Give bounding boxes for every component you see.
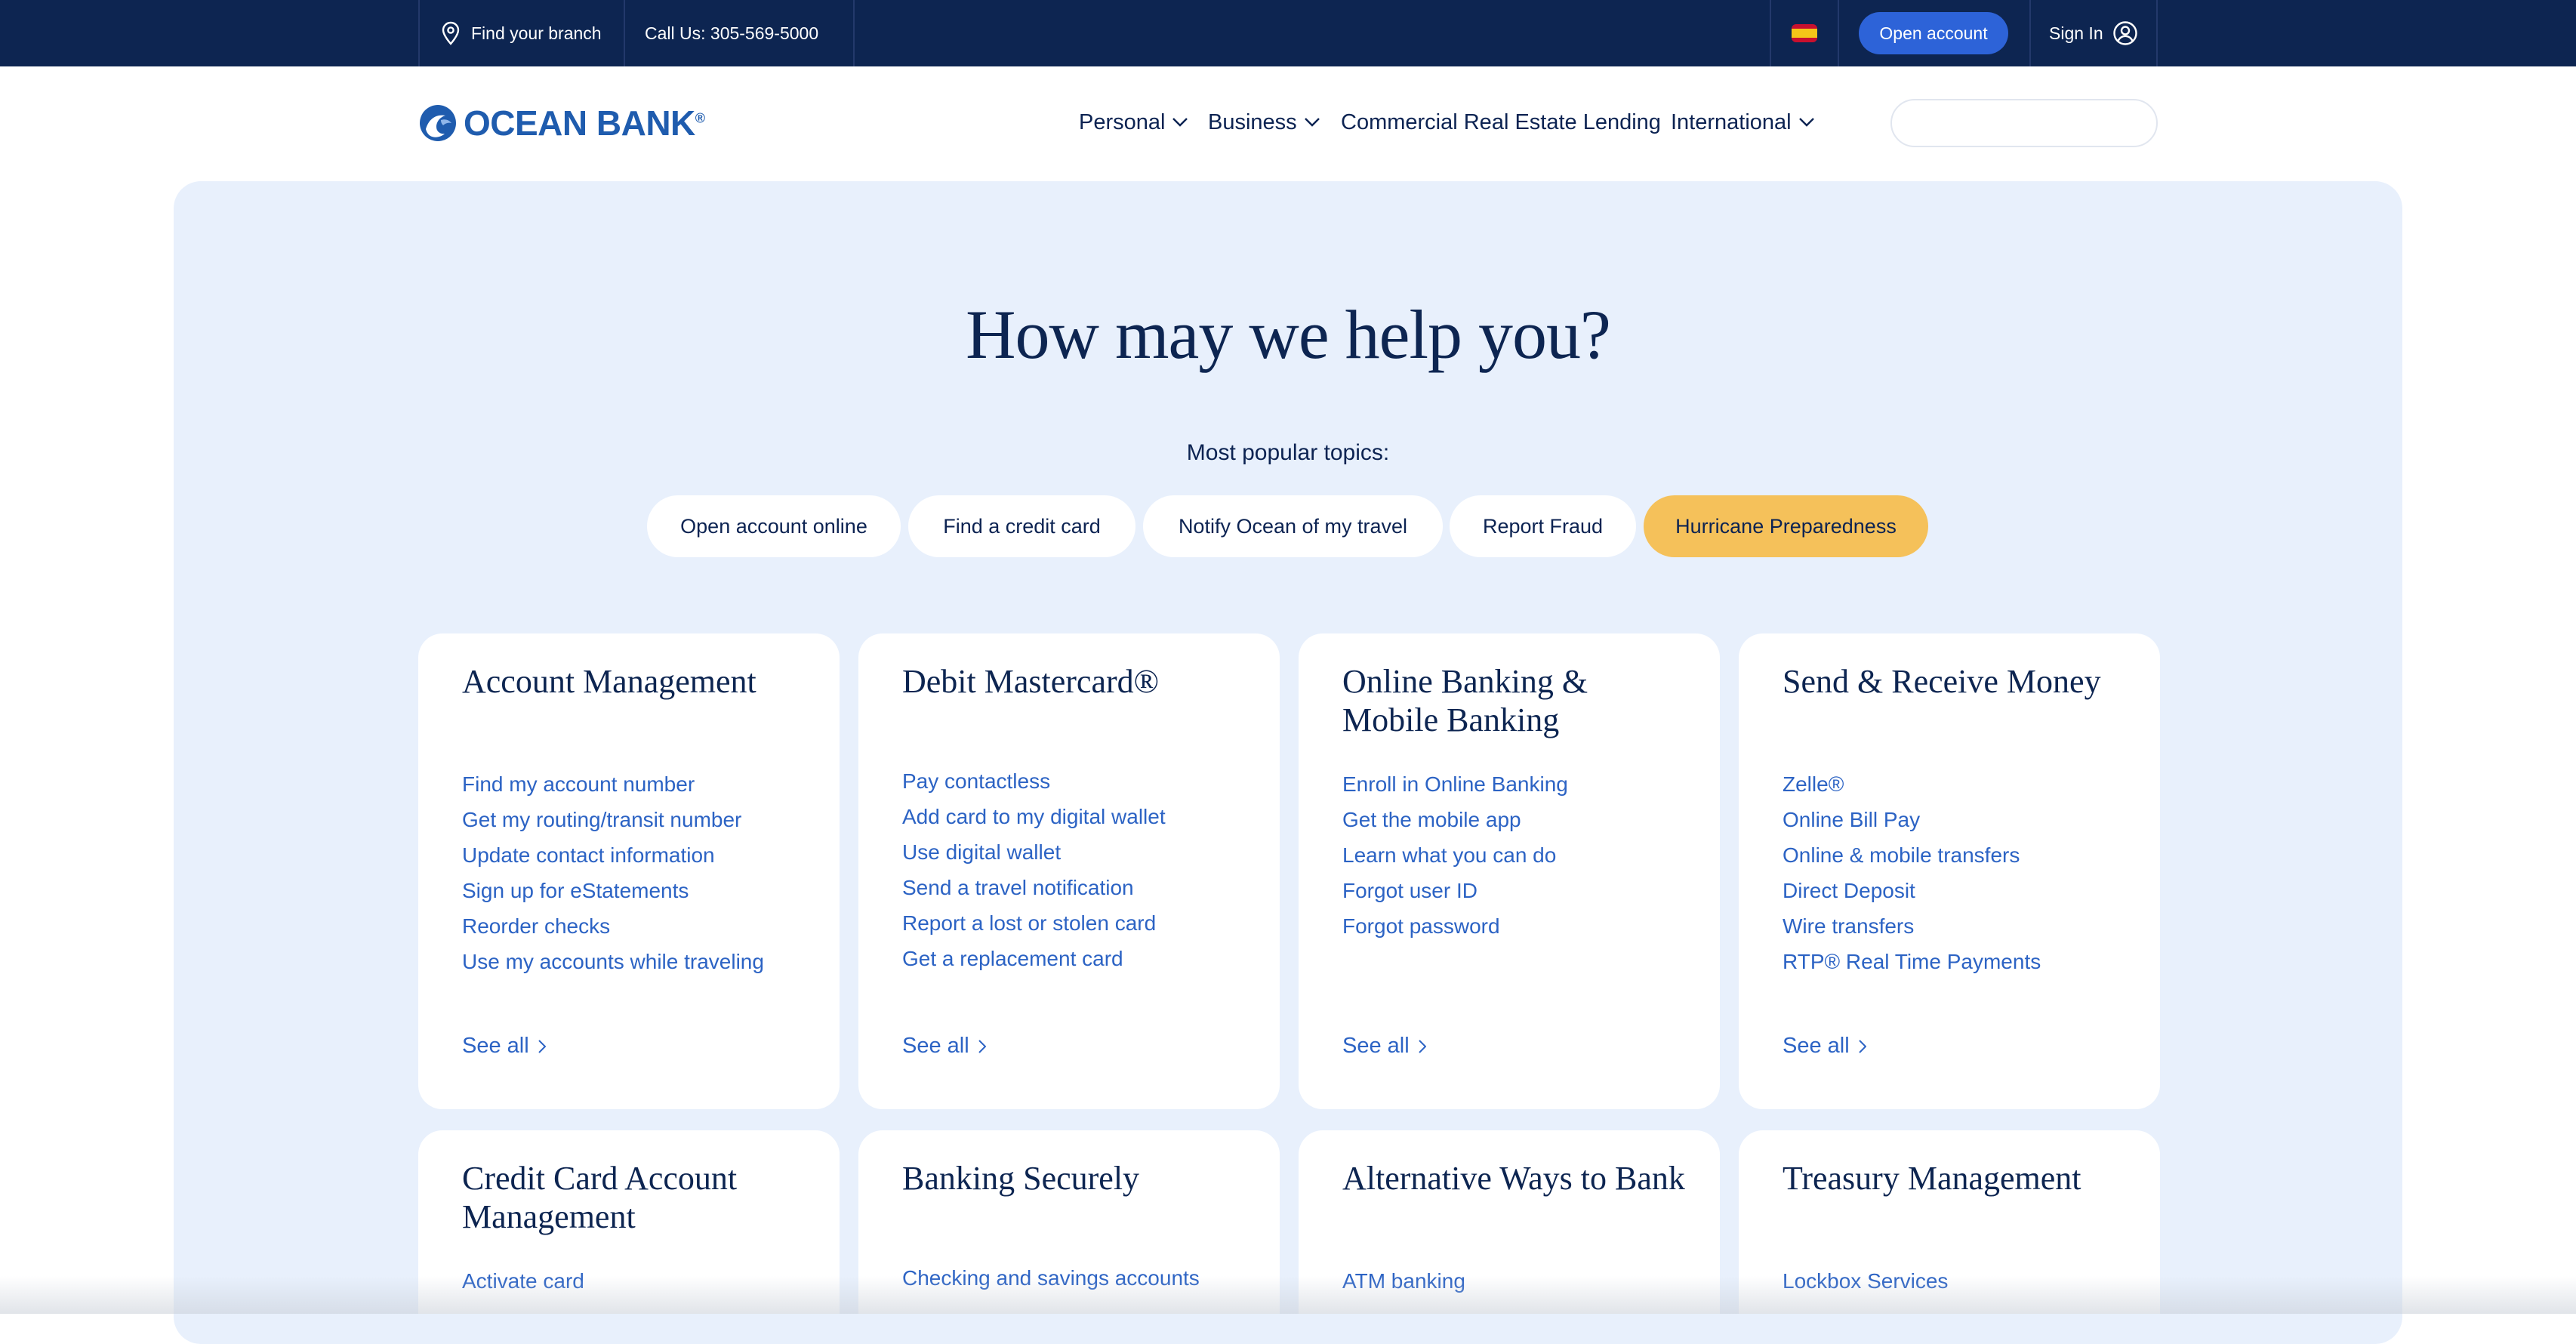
topic-report-fraud[interactable]: Report Fraud — [1450, 495, 1636, 557]
topic-open-account-online[interactable]: Open account online — [647, 495, 901, 557]
card-link-list: Zelle® Online Bill Pay Online & mobile t… — [1783, 766, 2041, 979]
call-us-link[interactable]: Call Us: 305-569-5000 — [625, 0, 853, 66]
location-pin-icon — [442, 21, 460, 45]
nav-international[interactable]: International — [1671, 106, 1814, 139]
link-replacement-card[interactable]: Get a replacement card — [902, 941, 1166, 976]
see-all-link[interactable]: See all — [902, 1034, 986, 1059]
card-title: Debit Mastercard® — [902, 663, 1160, 700]
user-icon — [2112, 21, 2137, 45]
link-routing-number[interactable]: Get my routing/transit number — [462, 802, 764, 837]
link-pay-contactless[interactable]: Pay contactless — [902, 763, 1166, 799]
link-learn-what-you-can-do[interactable]: Learn what you can do — [1342, 837, 1568, 873]
link-estatements[interactable]: Sign up for eStatements — [462, 873, 764, 908]
call-us-label: Call Us: 305-569-5000 — [645, 23, 819, 43]
link-enroll-online-banking[interactable]: Enroll in Online Banking — [1342, 766, 1568, 802]
see-all-link[interactable]: See all — [1783, 1034, 1866, 1059]
link-get-mobile-app[interactable]: Get the mobile app — [1342, 802, 1568, 837]
nav-business-label: Business — [1208, 109, 1297, 134]
link-forgot-password[interactable]: Forgot password — [1342, 908, 1568, 944]
find-branch-link[interactable]: Find your branch — [420, 0, 624, 66]
see-all-link[interactable]: See all — [462, 1034, 546, 1059]
wave-logo-icon — [420, 105, 456, 141]
link-accounts-traveling[interactable]: Use my accounts while traveling — [462, 944, 764, 979]
chevron-right-icon — [978, 1039, 986, 1053]
card-title: Send & Receive Money — [1783, 663, 2101, 700]
topic-notify-travel[interactable]: Notify Ocean of my travel — [1143, 495, 1443, 557]
nav-business[interactable]: Business — [1208, 106, 1320, 139]
divider — [1838, 0, 1839, 66]
language-toggle[interactable] — [1771, 0, 1838, 66]
card-link-list: Pay contactless Add card to my digital w… — [902, 763, 1166, 976]
link-zelle[interactable]: Zelle® — [1783, 766, 2041, 802]
nav-international-label: International — [1671, 109, 1792, 134]
topic-find-credit-card[interactable]: Find a credit card — [908, 495, 1135, 557]
link-direct-deposit[interactable]: Direct Deposit — [1783, 873, 2041, 908]
card-link-list: Enroll in Online Banking Get the mobile … — [1342, 766, 1568, 944]
link-update-contact[interactable]: Update contact information — [462, 837, 764, 873]
top-utility-bar: Find your branch Call Us: 305-569-5000 O… — [0, 0, 2576, 66]
card-title: Banking Securely — [902, 1160, 1140, 1197]
card-online-mobile-banking: Online Banking & Mobile Banking Enroll i… — [1299, 633, 1720, 1109]
nav-personal-label: Personal — [1079, 109, 1166, 134]
scroll-fade — [0, 1276, 2576, 1314]
card-account-management: Account Management Find my account numbe… — [418, 633, 840, 1109]
find-branch-label: Find your branch — [471, 23, 602, 43]
see-all-label: See all — [902, 1034, 969, 1058]
link-travel-notification[interactable]: Send a travel notification — [902, 870, 1166, 905]
link-add-digital-wallet[interactable]: Add card to my digital wallet — [902, 799, 1166, 834]
sign-in-label: Sign In — [2049, 23, 2103, 43]
chevron-down-icon — [1304, 118, 1320, 127]
see-all-label: See all — [1783, 1034, 1850, 1058]
link-forgot-user-id[interactable]: Forgot user ID — [1342, 873, 1568, 908]
search-input[interactable] — [1890, 99, 2158, 147]
see-all-label: See all — [462, 1034, 529, 1058]
link-report-lost-card[interactable]: Report a lost or stolen card — [902, 905, 1166, 941]
page-title: How may we help you? — [966, 296, 1611, 373]
divider — [853, 0, 855, 66]
spain-flag-icon — [1792, 24, 1817, 42]
nav-personal[interactable]: Personal — [1079, 106, 1188, 139]
chevron-right-icon — [1858, 1039, 1866, 1053]
topic-hurricane-preparedness[interactable]: Hurricane Preparedness — [1644, 495, 1928, 557]
card-link-list: Find my account number Get my routing/tr… — [462, 766, 764, 979]
link-reorder-checks[interactable]: Reorder checks — [462, 908, 764, 944]
link-use-digital-wallet[interactable]: Use digital wallet — [902, 834, 1166, 870]
link-rtp-payments[interactable]: RTP® Real Time Payments — [1783, 944, 2041, 979]
card-title: Treasury Management — [1783, 1160, 2081, 1197]
link-online-bill-pay[interactable]: Online Bill Pay — [1783, 802, 2041, 837]
open-account-button[interactable]: Open account — [1859, 12, 2008, 54]
chevron-down-icon — [1798, 118, 1814, 127]
card-debit-mastercard: Debit Mastercard® Pay contactless Add ca… — [858, 633, 1280, 1109]
link-online-mobile-transfers[interactable]: Online & mobile transfers — [1783, 837, 2041, 873]
card-title: Alternative Ways to Bank — [1342, 1160, 1685, 1197]
logo-wordmark: OCEAN BANK® — [464, 103, 705, 143]
card-title: Account Management — [462, 663, 756, 700]
chevron-right-icon — [538, 1039, 546, 1053]
ocean-bank-logo[interactable]: OCEAN BANK® — [418, 103, 705, 143]
card-title: Online Banking & Mobile Banking — [1342, 663, 1588, 738]
nav-commercial-real-estate[interactable]: Commercial Real Estate Lending — [1341, 106, 1661, 139]
divider — [2156, 0, 2158, 66]
chevron-right-icon — [1418, 1039, 1426, 1053]
link-wire-transfers[interactable]: Wire transfers — [1783, 908, 2041, 944]
sign-in-button[interactable]: Sign In — [2031, 0, 2155, 66]
popular-topics-label: Most popular topics: — [1186, 440, 1390, 465]
nav-commercial-label: Commercial Real Estate Lending — [1341, 109, 1661, 134]
see-all-label: See all — [1342, 1034, 1410, 1058]
see-all-link[interactable]: See all — [1342, 1034, 1426, 1059]
card-send-receive-money: Send & Receive Money Zelle® Online Bill … — [1739, 633, 2160, 1109]
link-find-account-number[interactable]: Find my account number — [462, 766, 764, 802]
chevron-down-icon — [1172, 118, 1188, 127]
card-title: Credit Card Account Management — [462, 1160, 738, 1235]
